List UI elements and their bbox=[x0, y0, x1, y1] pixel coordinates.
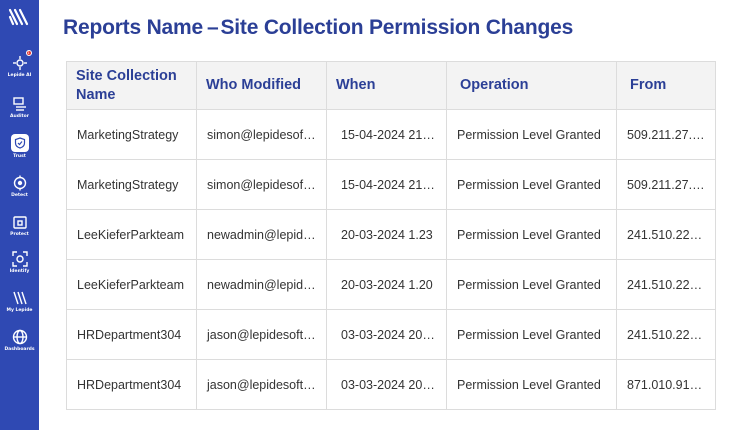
auditor-icon bbox=[12, 96, 28, 112]
lepide-logo-icon[interactable] bbox=[8, 7, 30, 27]
sidebar-item-label: Lepide AI bbox=[7, 73, 32, 78]
sidebar-item-my-lepide[interactable]: My Lepide bbox=[0, 290, 39, 326]
sidebar-item-label: Identify bbox=[9, 269, 30, 274]
cell-from: 509.211.27.55 bbox=[616, 109, 716, 160]
cell-from: 241.510.22.74 bbox=[616, 309, 716, 360]
cell-when: 20-03-2024 1.20 bbox=[326, 259, 447, 310]
cell-when: 03-03-2024 20.43 bbox=[326, 359, 447, 410]
cell-site-collection: MarketingStrategy bbox=[66, 159, 197, 210]
notification-badge: 1 bbox=[25, 50, 32, 56]
sidebar-item-label: Protect bbox=[10, 232, 29, 237]
title-separator: – bbox=[206, 16, 219, 39]
sidebar-item-label: Dashboards bbox=[4, 347, 35, 352]
lepide-ai-icon: 1 bbox=[12, 50, 32, 71]
cell-operation: Permission Level Granted bbox=[446, 159, 617, 210]
cell-from: 871.010.91.07 bbox=[616, 359, 716, 410]
cell-who-modified: jason@lepidesoftware.com bbox=[196, 359, 327, 410]
cell-who-modified: simon@lepidesoftware.com bbox=[196, 109, 327, 160]
cell-operation: Permission Level Granted bbox=[446, 209, 617, 260]
cell-from: 509.211.27.55 bbox=[616, 159, 716, 210]
cell-when: 20-03-2024 1.23 bbox=[326, 209, 447, 260]
sidebar-item-label: Trust bbox=[13, 154, 26, 159]
sidebar-item-auditor[interactable]: Auditor bbox=[0, 96, 39, 132]
sidebar-item-dashboards[interactable]: Dashboards bbox=[0, 329, 39, 365]
cell-when: 03-03-2024 20.43 bbox=[326, 309, 447, 360]
cell-who-modified: newadmin@lepidesoftware.com bbox=[196, 259, 327, 310]
cell-when: 15-04-2024 21.25 bbox=[326, 159, 447, 210]
sidebar-item-detect[interactable]: Detect bbox=[0, 175, 39, 211]
table-row[interactable]: HRDepartment304 jason@lepidesoftware.com… bbox=[66, 309, 716, 360]
cell-who-modified: jason@lepidesoftware.com bbox=[196, 309, 327, 360]
column-header-who-modified[interactable]: Who Modified bbox=[196, 61, 327, 110]
dashboards-icon bbox=[12, 329, 28, 345]
table-row[interactable]: LeeKieferParkteam newadmin@lepidesoftwar… bbox=[66, 259, 716, 310]
protect-icon bbox=[12, 214, 28, 230]
cell-operation: Permission Level Granted bbox=[446, 259, 617, 310]
sidebar-item-identify[interactable]: Identify bbox=[0, 251, 39, 287]
cell-from: 241.510.22.74 bbox=[616, 209, 716, 260]
trust-shield-icon bbox=[10, 134, 29, 152]
detect-icon bbox=[12, 175, 28, 191]
report-title-name: Site Collection Permission Changes bbox=[220, 16, 574, 39]
cell-operation: Permission Level Granted bbox=[446, 309, 617, 360]
cell-site-collection: LeeKieferParkteam bbox=[66, 209, 197, 260]
sidebar-item-label: My Lepide bbox=[6, 308, 33, 313]
column-header-site-collection[interactable]: Site Collection Name bbox=[66, 61, 197, 110]
sidebar-item-label: Auditor bbox=[10, 114, 29, 119]
cell-when: 15-04-2024 21.32 bbox=[326, 109, 447, 160]
column-header-operation[interactable]: Operation bbox=[446, 61, 617, 110]
cell-site-collection: HRDepartment304 bbox=[66, 359, 197, 410]
page-title: Reports Name –Site Collection Permission … bbox=[63, 16, 573, 40]
sidebar-item-protect[interactable]: Protect bbox=[0, 214, 39, 250]
table-row[interactable]: MarketingStrategy simon@lepidesoftware.c… bbox=[66, 159, 716, 210]
cell-who-modified: simon@lepidesoftware.com bbox=[196, 159, 327, 210]
identify-icon bbox=[11, 251, 28, 267]
cell-site-collection: LeeKieferParkteam bbox=[66, 259, 197, 310]
table-row[interactable]: LeeKieferParkteam newadmin@lepidesoftwar… bbox=[66, 209, 716, 260]
cell-operation: Permission Level Granted bbox=[446, 109, 617, 160]
cell-who-modified: newadmin@lepidesoftware.com bbox=[196, 209, 327, 260]
cell-from: 241.510.22.74 bbox=[616, 259, 716, 310]
column-header-from[interactable]: From bbox=[616, 61, 716, 110]
my-lepide-icon bbox=[12, 290, 28, 306]
table-row[interactable]: MarketingStrategy simon@lepidesoftware.c… bbox=[66, 109, 716, 160]
table-row[interactable]: HRDepartment304 jason@lepidesoftware.com… bbox=[66, 359, 716, 410]
sidebar-item-trust[interactable]: Trust bbox=[0, 134, 39, 170]
sidebar-item-lepide-ai[interactable]: 1 Lepide AI bbox=[0, 50, 39, 91]
sidebar-item-label: Detect bbox=[11, 193, 28, 198]
report-title-label: Reports Name bbox=[63, 16, 203, 39]
report-table: Site Collection Name Who Modified When O… bbox=[66, 61, 716, 410]
column-header-when[interactable]: When bbox=[326, 61, 447, 110]
cell-operation: Permission Level Granted bbox=[446, 359, 617, 410]
cell-site-collection: HRDepartment304 bbox=[66, 309, 197, 360]
table-header-row: Site Collection Name Who Modified When O… bbox=[66, 61, 716, 110]
sidebar: 1 Lepide AI Auditor Trust Detect Protect… bbox=[0, 0, 39, 430]
cell-site-collection: MarketingStrategy bbox=[66, 109, 197, 160]
